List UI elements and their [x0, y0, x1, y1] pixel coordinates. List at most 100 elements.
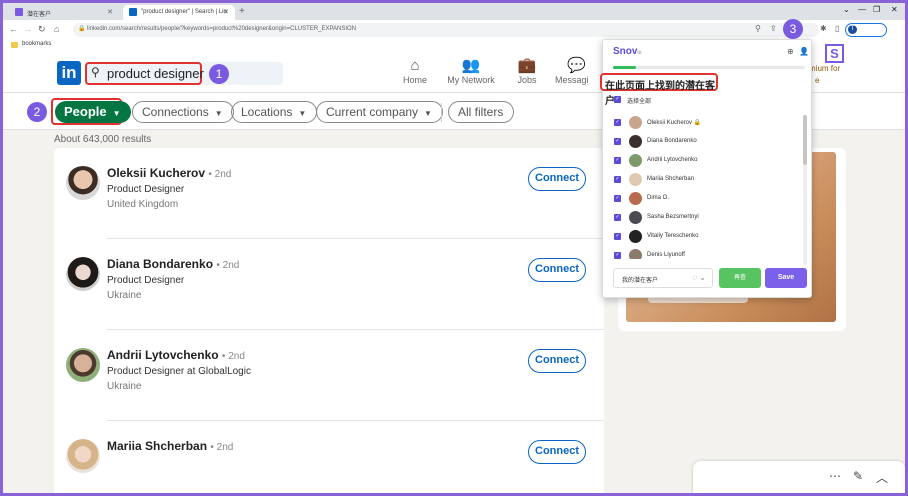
url-text: linkedin.com/search/results/people/?keyw…: [87, 26, 357, 32]
scrollbar[interactable]: [803, 115, 807, 265]
more-icon[interactable]: ⋯: [829, 469, 841, 483]
chevron-down-icon: ◌ ⌄: [692, 273, 706, 282]
messaging-bar[interactable]: ⋯ ✎ ︿: [693, 461, 905, 493]
prospect-list-select[interactable]: 我的潜在客户 ◌ ⌄: [613, 268, 713, 288]
prospect-checkbox[interactable]: ✓: [614, 195, 621, 202]
connections-filter-button[interactable]: Connections ▼: [132, 101, 234, 123]
connect-button[interactable]: Connect: [528, 258, 586, 282]
sidepanel-icon[interactable]: ▯: [835, 24, 839, 33]
briefcase-icon: 💼: [517, 57, 537, 74]
connect-button[interactable]: Connect: [528, 440, 586, 464]
linkedin-logo[interactable]: in: [57, 61, 81, 85]
nav-jobs[interactable]: 💼 Jobs: [497, 57, 557, 85]
filter-label: Current company: [326, 105, 419, 119]
address-bar[interactable]: 🔒 linkedin.com/search/results/people/?ke…: [73, 23, 819, 37]
avatar: [629, 154, 642, 167]
current-company-filter-button[interactable]: Current company ▼: [316, 101, 443, 123]
browser-tab-bar: 潜在客户 ✕ "product designer" | Search | Lin…: [3, 3, 905, 20]
connect-button[interactable]: Connect: [528, 167, 586, 191]
prospect-row[interactable]: ✓ Diana Bondarenko: [614, 135, 794, 151]
results-list: Oleksii Kucherov • 2nd Product Designer …: [54, 148, 604, 493]
home-icon[interactable]: ⌂: [54, 24, 59, 34]
nav-my-network[interactable]: 👥 My Network: [441, 57, 501, 85]
avatar[interactable]: [66, 439, 100, 473]
all-filters-button[interactable]: All filters: [448, 101, 515, 123]
prospect-row[interactable]: ✓ Vitaliy Tereschenko: [614, 230, 794, 246]
zoom-icon[interactable]: ⚲: [755, 24, 761, 33]
nav-label: Home: [402, 75, 427, 85]
close-icon[interactable]: ✕: [223, 8, 229, 16]
lock-icon: 🔒: [78, 26, 86, 32]
minimize-icon[interactable]: —: [858, 5, 866, 14]
people-filter-button[interactable]: People ▼: [55, 101, 131, 123]
compose-icon[interactable]: ✎: [853, 469, 863, 483]
premium-link-2[interactable]: e: [815, 76, 819, 85]
browser-tab-prospects[interactable]: 潜在客户 ✕: [9, 5, 119, 20]
premium-link[interactable]: mium for: [809, 64, 840, 73]
prospect-checkbox[interactable]: ✓: [614, 252, 621, 259]
extensions-puzzle-icon[interactable]: ✱: [820, 24, 827, 33]
locations-filter-button[interactable]: Locations ▼: [231, 101, 318, 123]
nav-home[interactable]: ⌂ Home: [385, 57, 445, 85]
close-icon[interactable]: ✕: [107, 8, 113, 16]
profile-button[interactable]: T: [845, 23, 887, 37]
snov-popup: Snovio ⊕ 👤 在此页面上找到的潜在客户 ✓ 选择全部 ✓ Oleksii …: [600, 39, 812, 298]
close-window-icon[interactable]: ✕: [891, 5, 898, 14]
save-button[interactable]: Save: [765, 268, 807, 288]
reload-icon[interactable]: ↻: [38, 24, 46, 35]
nav-label: My Network: [447, 75, 495, 85]
result-name[interactable]: Andrii Lytovchenko • 2nd: [107, 348, 245, 362]
person-name[interactable]: Oleksii Kucherov: [107, 166, 205, 180]
prospect-row[interactable]: ✓ Mariia Shcherban: [614, 173, 794, 189]
user-icon[interactable]: 👤: [799, 47, 809, 56]
list-item: Mariia Shcherban • 2nd Connect: [54, 421, 604, 493]
avatar: [629, 135, 642, 148]
forward-icon[interactable]: →: [23, 24, 32, 34]
prospect-row[interactable]: ✓ Sasha Bezsmertnyi: [614, 211, 794, 227]
prospect-checkbox[interactable]: ✓: [614, 138, 621, 145]
person-name[interactable]: Diana Bondarenko: [107, 257, 213, 271]
avatar: [629, 173, 642, 186]
select-all-checkbox[interactable]: ✓: [614, 96, 621, 103]
prospect-checkbox[interactable]: ✓: [614, 157, 621, 164]
prospect-checkbox[interactable]: ✓: [614, 214, 621, 221]
tab-label: "product designer" | Search | Lin: [141, 9, 227, 15]
prospect-checkbox[interactable]: ✓: [614, 176, 621, 183]
avatar[interactable]: [66, 166, 100, 200]
prospect-row[interactable]: ✓ Dima O.: [614, 192, 794, 208]
nav-messaging[interactable]: 💬 Messagi: [555, 57, 601, 85]
new-tab-icon[interactable]: +: [239, 6, 245, 17]
prospect-name: Denis Liyunoff: [647, 252, 685, 258]
person-name[interactable]: Andrii Lytovchenko: [107, 348, 219, 362]
search-input[interactable]: ⚲ product designer: [85, 62, 283, 85]
avatar: [629, 249, 642, 259]
prospect-checkbox[interactable]: ✓: [614, 233, 621, 240]
nav-label: Messagi: [555, 75, 589, 85]
prospect-row[interactable]: ✓ Andrii Lytovchenko: [614, 154, 794, 170]
result-title: Product Designer: [107, 184, 185, 195]
back-icon[interactable]: ←: [9, 24, 18, 34]
bookmarks-folder[interactable]: bookmarks: [22, 41, 51, 47]
connect-button[interactable]: Connect: [528, 349, 586, 373]
person-name[interactable]: Mariia Shcherban: [107, 439, 207, 453]
target-icon[interactable]: ⊕: [787, 47, 794, 56]
result-name[interactable]: Mariia Shcherban • 2nd: [107, 439, 233, 453]
progress-bar: [613, 66, 805, 69]
snov-brand: Snovio: [613, 46, 641, 57]
recheck-button[interactable]: 再查: [719, 268, 761, 288]
result-name[interactable]: Oleksii Kucherov • 2nd: [107, 166, 231, 180]
prospect-row[interactable]: ✓ Denis Liyunoff: [614, 249, 794, 259]
scrollbar-thumb[interactable]: [803, 115, 807, 165]
share-icon[interactable]: ⇪: [770, 24, 777, 33]
chevron-down-icon[interactable]: ⌄: [843, 5, 850, 14]
select-all-label: 选择全部: [627, 99, 652, 105]
browser-tab-linkedin[interactable]: "product designer" | Search | Lin ✕: [123, 5, 235, 20]
avatar: [629, 116, 642, 129]
restore-icon[interactable]: ❐: [873, 5, 880, 14]
avatar[interactable]: [66, 348, 100, 382]
chevron-up-icon[interactable]: ︿: [876, 469, 888, 486]
prospect-checkbox[interactable]: ✓: [614, 119, 621, 126]
result-name[interactable]: Diana Bondarenko • 2nd: [107, 257, 239, 271]
prospect-row[interactable]: ✓ Oleksii Kucherov 🔒: [614, 116, 794, 132]
avatar[interactable]: [66, 257, 100, 291]
